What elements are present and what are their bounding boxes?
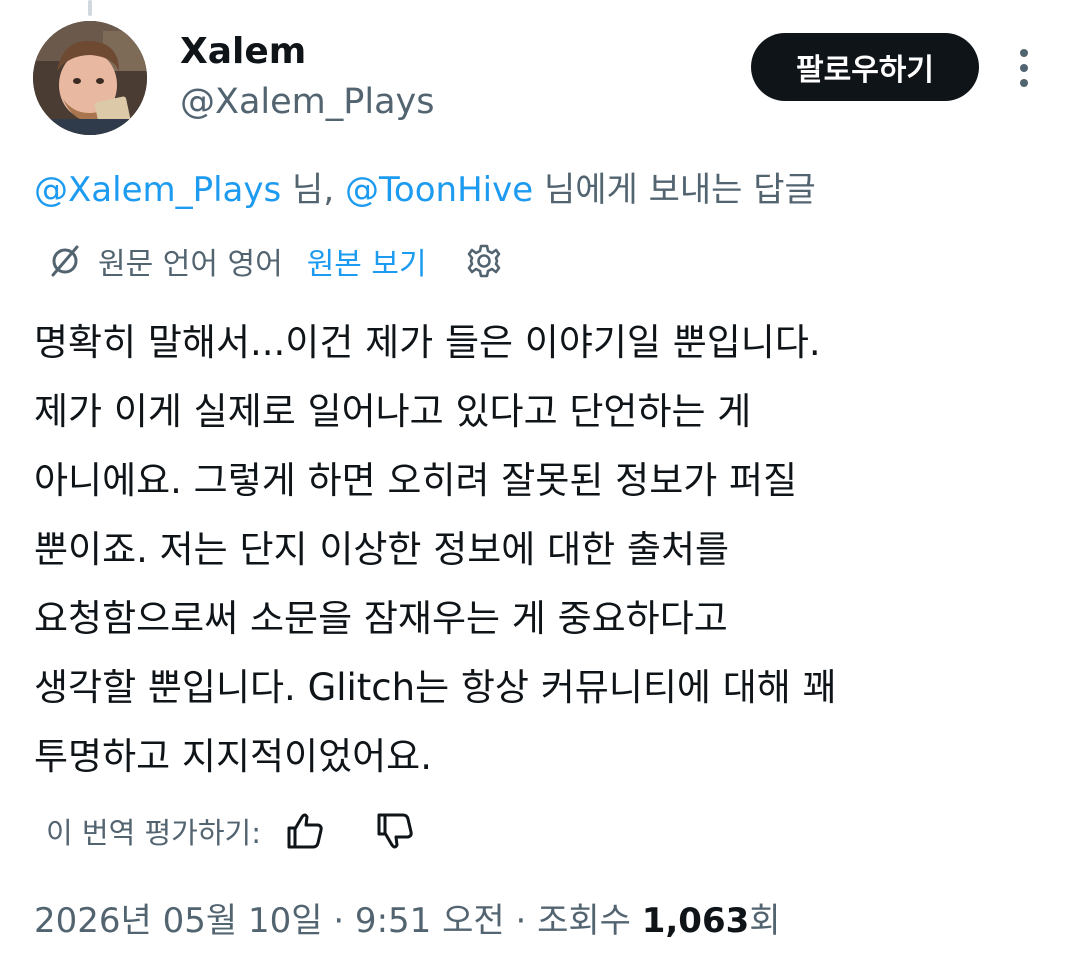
thumbs-down-icon[interactable] — [373, 809, 417, 853]
gear-icon[interactable] — [465, 242, 503, 280]
reply-context-text: 님, — [281, 170, 345, 210]
avatar[interactable] — [33, 21, 147, 135]
tweet-text-line: 투명하고 지지적이었어요. — [34, 735, 432, 778]
tweet-text-line: 제가 이게 실제로 일어나고 있다고 단언하는 게 — [34, 390, 752, 433]
thumbs-up-icon[interactable] — [283, 809, 327, 853]
reply-context-text: 님에게 보내는 답글 — [533, 170, 816, 210]
tweet-text-line: 생각할 뿐입니다. Glitch는 항상 커뮤니티에 대해 꽤 — [34, 666, 837, 709]
tweet-text-line: 요청함으로써 소문을 잠재우는 게 중요하다고 — [34, 597, 728, 640]
translation-bar: 원문 언어 영어 원본 보기 — [46, 236, 503, 286]
more-vertical-icon — [1020, 49, 1028, 57]
tweet-timestamp[interactable]: 2026년 05월 10일 · 9:51 오전 · 조회수 — [34, 901, 642, 941]
source-language-label: 원문 언어 영어 — [98, 247, 283, 282]
more-options-button[interactable] — [1006, 44, 1042, 92]
author-handle[interactable]: @Xalem_Plays — [180, 80, 435, 124]
tweet-meta: 2026년 05월 10일 · 9:51 오전 · 조회수 1,063회 — [34, 893, 781, 949]
profile-photo-icon — [33, 21, 147, 135]
show-original-link[interactable]: 원본 보기 — [307, 239, 427, 283]
more-vertical-icon-dot — [1020, 79, 1028, 87]
reply-mention-link[interactable]: @ToonHive — [345, 170, 533, 210]
views-suffix: 회 — [749, 901, 781, 941]
reply-mention-link[interactable]: @Xalem_Plays — [34, 170, 281, 210]
follow-button[interactable]: 팔로우하기 — [751, 33, 979, 101]
more-vertical-icon-dot — [1020, 64, 1028, 72]
tweet-text-line: 명확히 말해서...이건 제가 들은 이야기일 뿐입니다. — [34, 321, 821, 364]
reply-context: @Xalem_Plays 님, @ToonHive 님에게 보내는 답글 — [34, 166, 816, 214]
author-display-name[interactable]: Xalem — [180, 30, 306, 74]
tweet-header: Xalem @Xalem_Plays 팔로우하기 — [0, 0, 1080, 150]
tweet-text: 명확히 말해서...이건 제가 들은 이야기일 뿐입니다. 제가 이게 실제로 … — [34, 308, 1044, 791]
tweet-text-line: 아니에요. 그렇게 하면 오히려 잘못된 정보가 퍼질 — [34, 459, 798, 502]
views-count: 1,063 — [641, 901, 750, 941]
tweet-text-line: 뿐이죠. 저는 단지 이상한 정보에 대한 출처를 — [34, 528, 730, 571]
rate-translation-label: 이 번역 평가하기: — [46, 816, 261, 850]
translate-icon — [51, 245, 79, 277]
rate-translation-row: 이 번역 평가하기: — [46, 806, 417, 856]
